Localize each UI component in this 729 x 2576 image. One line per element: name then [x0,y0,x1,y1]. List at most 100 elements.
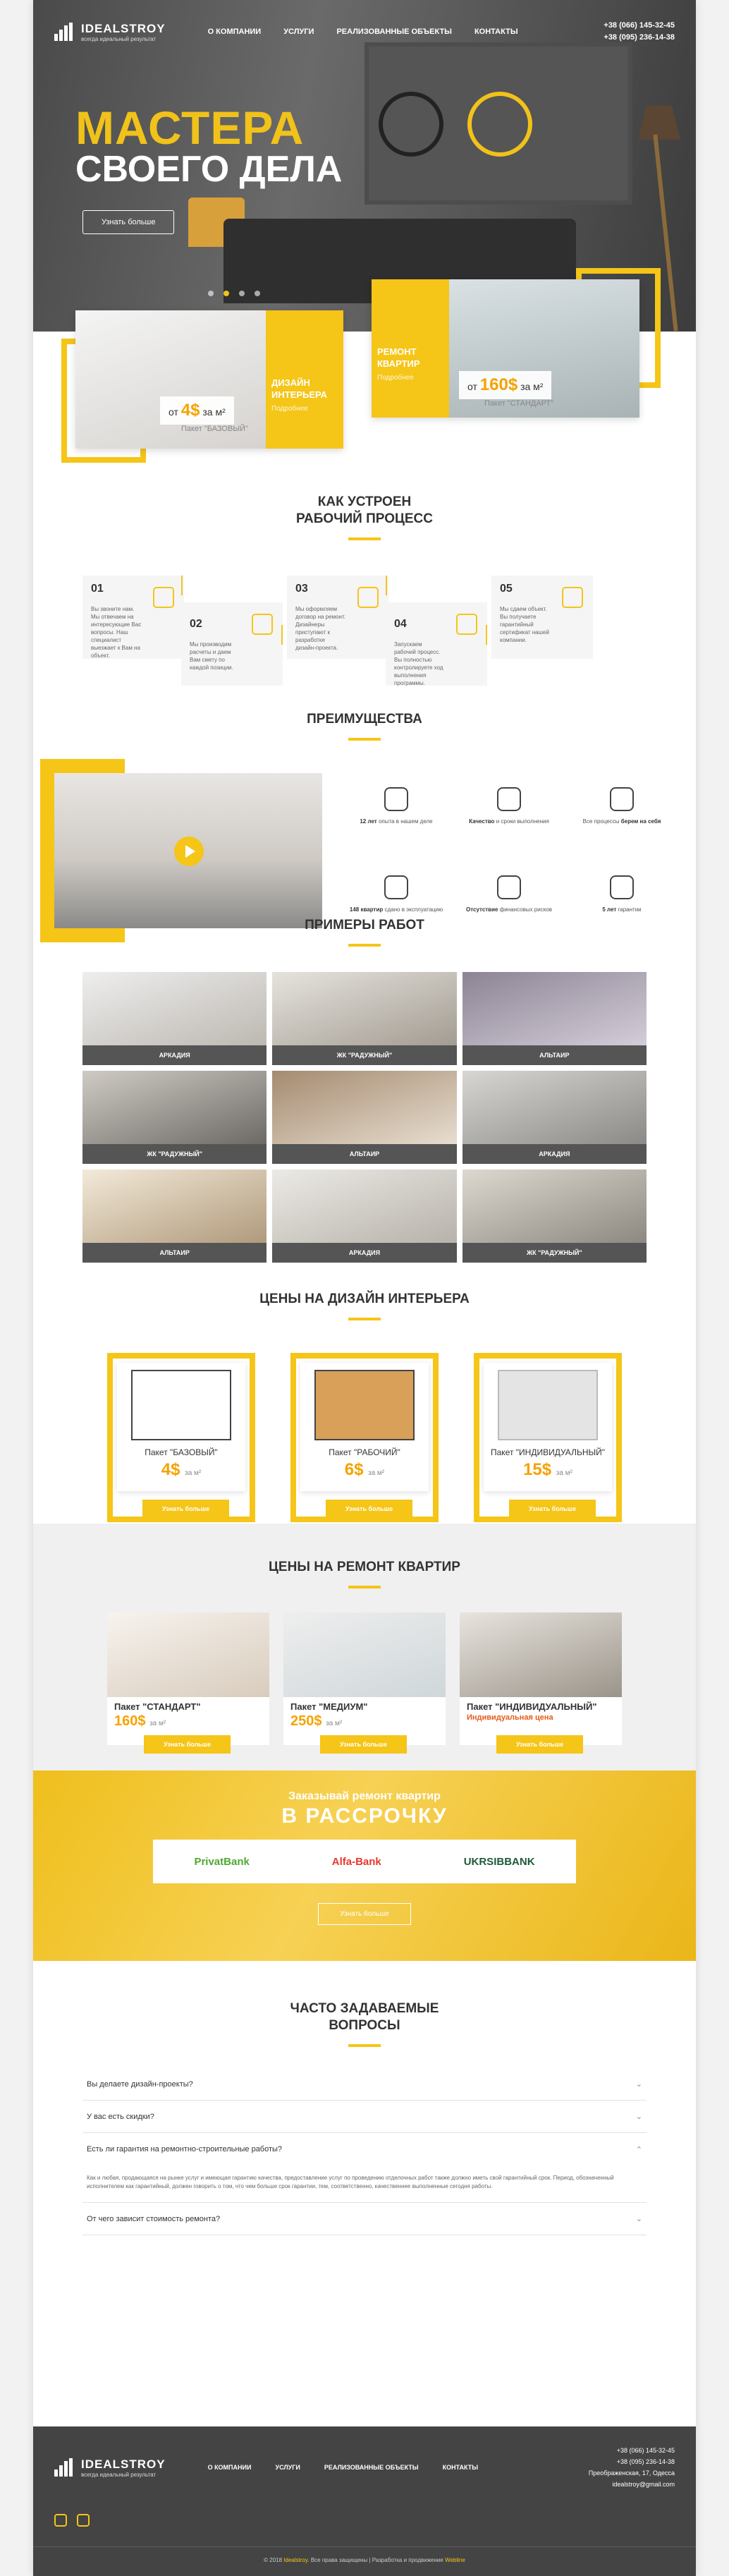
faq-section: ЧАСТО ЗАДАВАЕМЫЕ ВОПРОСЫ Вы делаете диза… [33,1961,696,2235]
work-item[interactable]: ЖК "РАДУЖНЫЙ" [272,972,457,1065]
process-step: 04 Запускаем рабочий процесс. Вы полность… [386,602,487,686]
more-button[interactable]: Узнать больше [496,1735,584,1754]
logo[interactable]: IDEALSTROY всегда идеальный результат [54,22,166,42]
more-button[interactable]: Узнать больше [509,1500,596,1518]
banks-strip: PrivatBank Alfa-Bank UKRSIBBANK [153,1840,576,1883]
process-title-2: РАБОЧИЙ ПРОЦЕСС [296,511,433,526]
work-item[interactable]: АЛЬТАИР [462,972,647,1065]
process-step: 05 Мы сдаем объект. Вы получаете гарантий… [491,576,593,659]
building-icon [384,875,408,899]
installment-more-button[interactable]: Узнать больше [318,1903,411,1925]
repair-price-card: Пакет "СТАНДАРТ" 160$ за м² Узнать больш… [107,1612,269,1754]
footer-logo[interactable]: IDEALSTROY всегда идеальный результат [54,2457,166,2478]
hero-more-button[interactable]: Узнать больше [82,210,175,234]
slider-dot[interactable] [255,291,260,296]
dollar-shield-icon [497,875,521,899]
faq-item[interactable]: Вы делаете дизайн-проекты? ⌄ [82,2068,647,2101]
advantage-item: 12 лет опыта в нашем деле [343,787,449,847]
floorplan-3d-image [498,1370,598,1440]
main-nav: О КОМПАНИИ УСЛУГИ РЕАЛИЗОВАННЫЕ ОБЪЕКТЫ … [208,28,518,36]
lamp-image [638,106,680,140]
footer-contacts: +38 (066) 145-32-45 +38 (095) 236-14-38 … [588,2447,675,2488]
advantage-item: Качество и сроки выполнения [456,787,562,847]
ukrsibbank-logo: UKRSIBBANK [463,1855,535,1868]
slider-dot[interactable] [208,291,214,296]
bicycle-image [379,78,534,162]
footer-nav: О КОМПАНИИ УСЛУГИ РЕАЛИЗОВАННЫЕ ОБЪЕКТЫ … [208,2464,478,2471]
nav-about[interactable]: О КОМПАНИИ [208,28,262,36]
repair-price-card: Пакет "ИНДИВИДУАЛЬНЫЙ" Индивидуальная це… [460,1612,622,1754]
repair-price-card: Пакет "МЕДИУМ" 250$ за м² Узнать больше [283,1612,446,1754]
gears-icon [456,614,477,635]
header-phones: +38 (066) 145-32-45 +38 (095) 236-14-38 [604,20,675,44]
footer-nav-about[interactable]: О КОМПАНИИ [208,2464,252,2471]
works-gallery: АРКАДИЯ ЖК "РАДУЖНЫЙ" АЛЬТАИР ЖК "РАДУЖН… [82,972,647,1263]
promo-card-design[interactable]: от 4$ за м² Пакет "БАЗОВЫЙ" ДИЗАЙН ИНТЕР… [61,310,343,463]
promo-package: Пакет "БАЗОВЫЙ" [181,425,248,433]
chevron-up-icon: ⌃ [635,2145,642,2154]
faq-item[interactable]: У вас есть скидки? ⌄ [82,2101,647,2133]
instagram-icon[interactable] [54,2514,67,2527]
repair-prices-section: ЦЕНЫ НА РЕМОНТ КВАРТИР Пакет "СТАНДАРТ" … [33,1524,696,1770]
more-button[interactable]: Узнать больше [144,1735,231,1754]
work-item[interactable]: ЖК "РАДУЖНЫЙ" [82,1071,267,1164]
slider-dot-active[interactable] [223,291,229,296]
slider-dots [208,291,260,296]
hero-title-line2: СВОЕГО ДЕЛА [75,149,343,190]
logo-subtitle: всегда идеальный результат [81,35,157,42]
work-item[interactable]: АЛЬТАИР [272,1071,457,1164]
floorplan-image [131,1370,231,1440]
calculator-icon [252,614,273,635]
installment-line2: В РАССРОЧКУ [281,1804,448,1828]
repair-prices-title: ЦЕНЫ НА РЕМОНТ КВАРТИР [269,1560,460,1574]
process-title-1: КАК УСТРОЕН [317,494,412,509]
process-step: 03 Мы оформляем договор на ремонт. Дизайн… [287,576,388,659]
chevron-down-icon: ⌄ [635,2215,642,2223]
youtube-icon[interactable] [77,2514,90,2527]
design-prices-title: ЦЕНЫ НА ДИЗАЙН ИНТЕРЬЕРА [259,1292,470,1306]
nav-services[interactable]: УСЛУГИ [283,28,314,36]
floorplan-image [314,1370,415,1440]
more-button[interactable]: Узнать больше [326,1500,413,1518]
chevron-down-icon: ⌄ [635,2080,642,2089]
work-item[interactable]: ЖК "РАДУЖНЫЙ" [462,1169,647,1263]
chat-icon [153,587,174,608]
logo-title: IDEALSTROY [81,21,166,35]
faq-item[interactable]: От чего зависит стоимость ремонта? ⌄ [82,2203,647,2235]
promo-price: от 160$ за м² [459,371,552,399]
footer-nav-projects[interactable]: РЕАЛИЗОВАННЫЕ ОБЪЕКТЫ [324,2464,419,2471]
more-button[interactable]: Узнать больше [142,1500,230,1518]
work-item[interactable]: АРКАДИЯ [462,1071,647,1164]
slider-dot[interactable] [239,291,245,296]
more-button[interactable]: Узнать больше [320,1735,408,1754]
work-item[interactable]: АРКАДИЯ [82,972,267,1065]
design-price-card: Пакет "ИНДИВИДУАЛЬНЫЙ" 15$ за м² Узнать б… [474,1353,622,1522]
promo-more-link[interactable]: Подробнее [377,374,443,382]
promo-label: ИНТЕРЬЕРА [271,389,327,400]
promo-card-repair[interactable]: РЕМОНТ КВАРТИР Подробнее от 160$ за м² П… [372,268,661,418]
promo-more-link[interactable]: Подробнее [271,405,338,413]
promo-label: РЕМОНТ [377,346,417,357]
process-steps: 01 Вы звоните нам. Мы отвечаем на интерес… [33,576,696,688]
process-step: 02 Мы производим расчеты и даем Вам смету… [181,602,283,686]
process-step: 01 Вы звоните нам. Мы отвечаем на интерес… [82,576,184,659]
contract-icon [357,587,379,608]
award-icon [497,787,521,811]
work-item[interactable]: АЛЬТАИР [82,1169,267,1263]
phone-2[interactable]: +38 (095) 236-14-38 [604,32,675,44]
site-footer: IDEALSTROY всегда идеальный результат О … [33,2426,696,2576]
nav-projects[interactable]: РЕАЛИЗОВАННЫЕ ОБЪЕКТЫ [336,28,452,36]
site-header: IDEALSTROY всегда идеальный результат О … [33,0,696,63]
work-item[interactable]: АРКАДИЯ [272,1169,457,1263]
chevron-down-icon: ⌄ [635,2113,642,2121]
footer-nav-services[interactable]: УСЛУГИ [275,2464,300,2471]
design-price-card: Пакет "РАБОЧИЙ" 6$ за м² Узнать больше [290,1353,439,1522]
footer-nav-contacts[interactable]: КОНТАКТЫ [443,2464,478,2471]
play-icon[interactable] [174,837,204,866]
works-title: ПРИМЕРЫ РАБОТ [305,918,424,932]
privatbank-logo: PrivatBank [194,1855,250,1868]
faq-item-open[interactable]: Есть ли гарантия на ремонтно-строительны… [82,2133,647,2165]
faq-title-2: ВОПРОСЫ [329,2018,400,2033]
phone-1[interactable]: +38 (066) 145-32-45 [604,20,675,32]
nav-contacts[interactable]: КОНТАКТЫ [474,28,518,36]
